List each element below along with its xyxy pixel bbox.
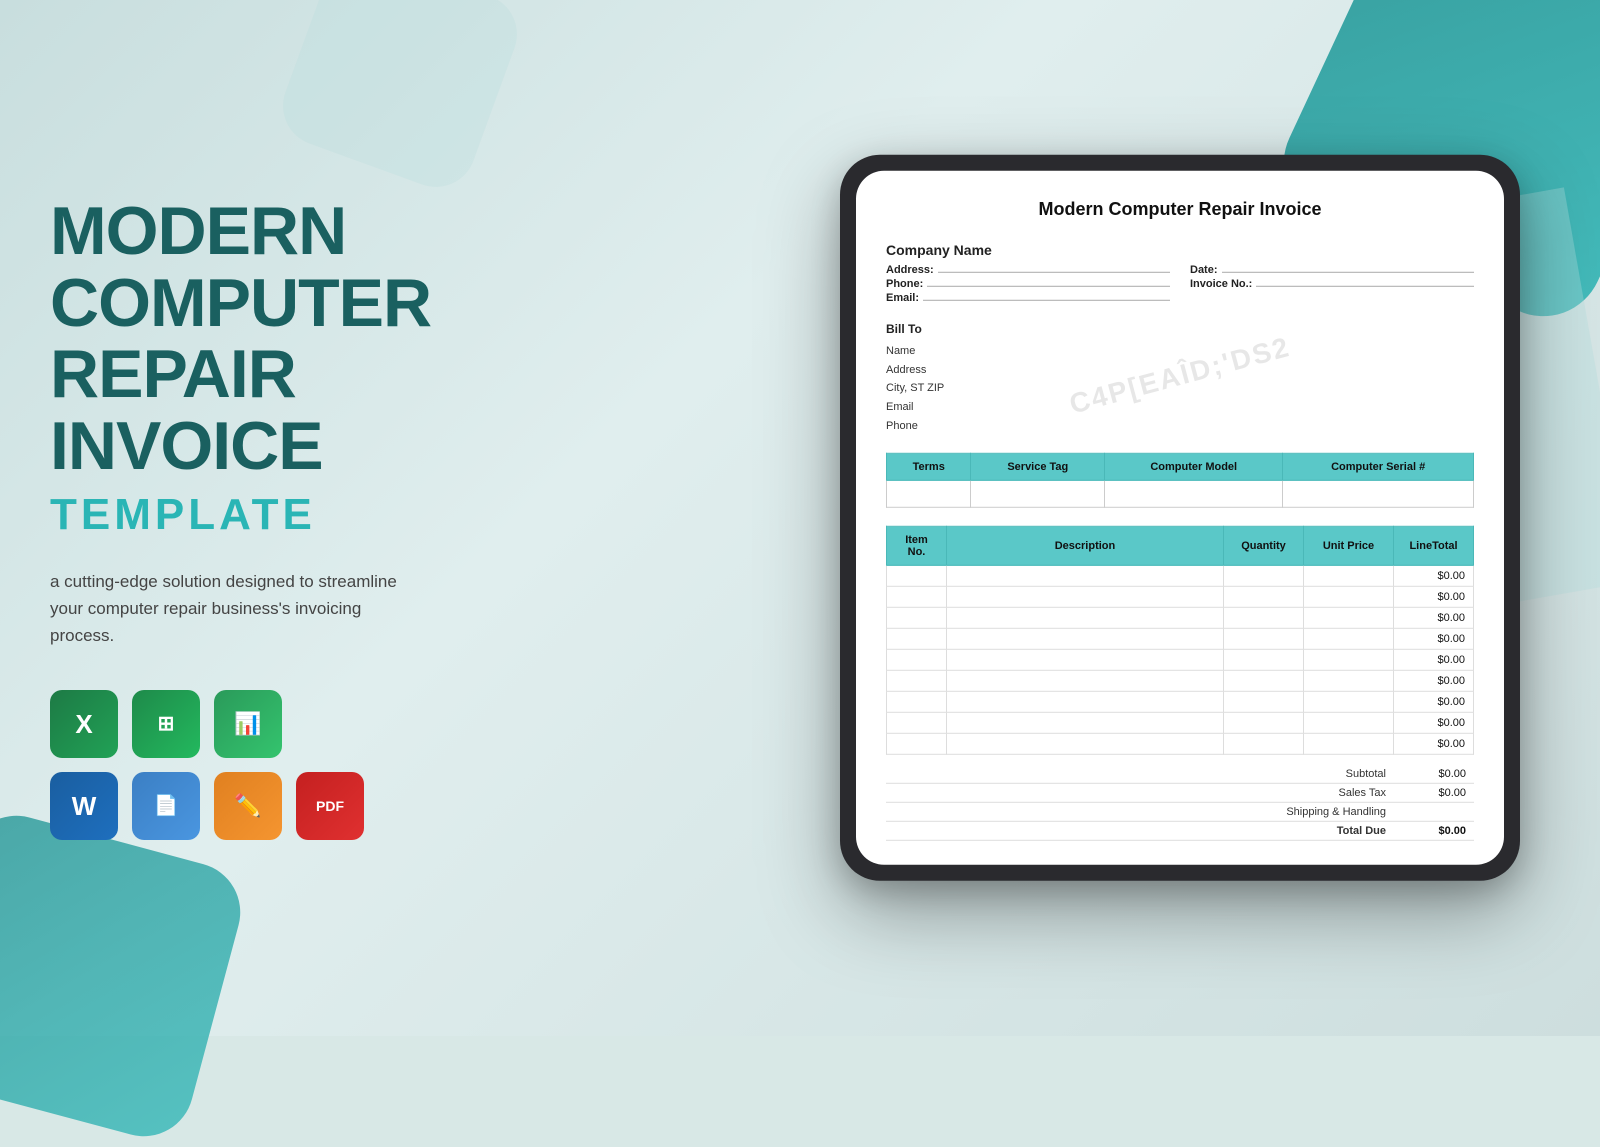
item-row: $0.00 [887,587,1474,608]
item-row: $0.00 [887,650,1474,671]
main-title: MODERNCOMPUTERREPAIRINVOICE [50,196,470,482]
phone-line [927,286,1170,287]
pages-icon: ✏️ [214,772,282,840]
gsheets-icon: ⊞ [132,690,200,758]
date-line [1222,272,1474,273]
phone-field: Phone: [886,278,1170,290]
item-row: $0.00 [887,734,1474,755]
item-row: $0.00 [887,713,1474,734]
item-row: $0.00 [887,566,1474,587]
company-name: Company Name [886,242,1170,258]
col-quantity: Quantity [1224,527,1304,566]
word-icon: W [50,772,118,840]
bill-to-title: Bill To [886,322,1474,336]
service-col-terms: Terms [887,454,971,481]
item-row: $0.00 [887,608,1474,629]
shipping-row: Shipping & Handling [886,803,1474,822]
phone-inner: Modern Computer Repair Invoice Company N… [856,171,1504,865]
invoice-no-line [1256,286,1474,287]
numbers-icon: 📊 [214,690,282,758]
icon-row-1: X ⊞ 📊 [50,690,282,758]
totals-section: Subtotal $0.00 Sales Tax $0.00 Shipping … [886,765,1474,841]
subtotal-row: Subtotal $0.00 [886,765,1474,784]
icon-row-2: W 📄 ✏️ PDF [50,772,364,840]
service-row [887,481,1474,508]
sales-tax-row: Sales Tax $0.00 [886,784,1474,803]
bill-to-details: Name Address City, ST ZIP Email Phone [886,342,1474,435]
item-row: $0.00 [887,671,1474,692]
items-table: Item No. Description Quantity Unit Price… [886,526,1474,755]
bill-to-section: Bill To Name Address City, ST ZIP Email … [886,322,1474,435]
service-col-serial: Computer Serial # [1283,454,1474,481]
app-icons-container: X ⊞ 📊 W 📄 ✏️ PDF [50,690,390,840]
phone-mockup: Modern Computer Repair Invoice Company N… [840,155,1520,881]
item-row: $0.00 [887,692,1474,713]
company-section: Company Name Address: Date: Phone: [886,242,1474,304]
address-field: Address: [886,264,1170,276]
col-line-total: LineTotal [1394,527,1474,566]
invoice-no-field: Invoice No.: [1190,278,1474,290]
sub-title: TEMPLATE [50,490,470,540]
col-description: Description [947,527,1224,566]
col-item-no: Item No. [887,527,947,566]
service-table: Terms Service Tag Computer Model Compute… [886,453,1474,508]
service-col-tag: Service Tag [971,454,1105,481]
address-line [938,272,1170,273]
left-panel: MODERNCOMPUTERREPAIRINVOICE TEMPLATE a c… [0,0,520,1036]
phone-frame: Modern Computer Repair Invoice Company N… [840,155,1520,881]
col-unit-price: Unit Price [1304,527,1394,566]
pdf-icon: PDF [296,772,364,840]
service-col-model: Computer Model [1105,454,1283,481]
invoice-content: Modern Computer Repair Invoice Company N… [856,171,1504,865]
email-line [923,300,1170,301]
description: a cutting-edge solution designed to stre… [50,568,430,650]
gdocs-icon: 📄 [132,772,200,840]
total-due-row: Total Due $0.00 [886,822,1474,841]
email-field: Email: [886,292,1170,304]
invoice-title: Modern Computer Repair Invoice [886,199,1474,220]
excel-icon: X [50,690,118,758]
date-field: Date: [1190,264,1474,276]
item-row: $0.00 [887,629,1474,650]
